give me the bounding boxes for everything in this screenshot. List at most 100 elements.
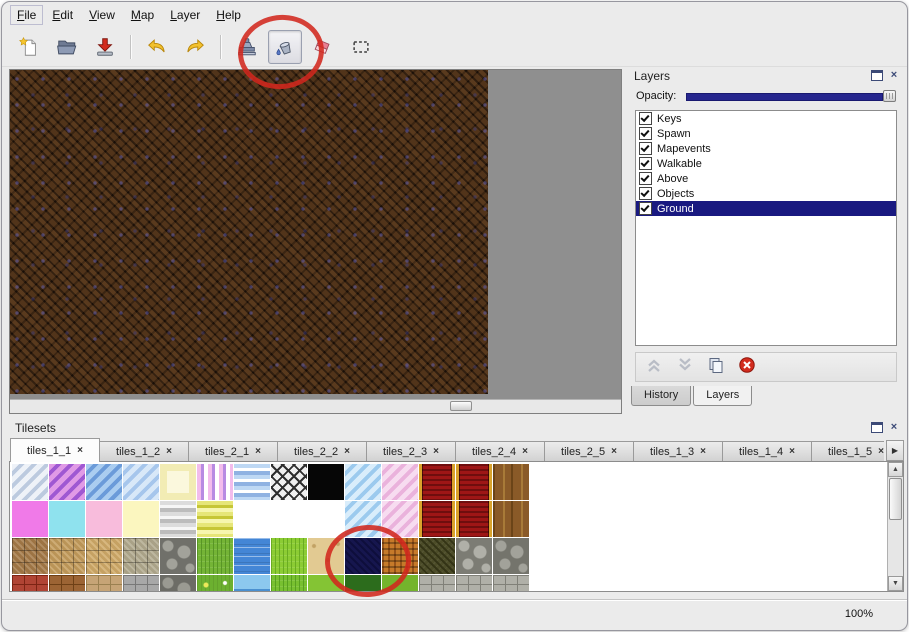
layer-visibility-checkbox[interactable] xyxy=(639,112,652,125)
palette-tile[interactable] xyxy=(123,464,159,500)
palette-tile[interactable] xyxy=(271,575,307,592)
map-canvas[interactable] xyxy=(10,70,488,394)
palette-tile[interactable] xyxy=(419,501,455,537)
palette-tile[interactable] xyxy=(49,538,85,574)
layer-row-mapevents[interactable]: Mapevents xyxy=(636,141,896,156)
scroll-up-button[interactable]: ▲ xyxy=(888,462,903,477)
palette-tile[interactable] xyxy=(49,575,85,592)
save-map-button[interactable] xyxy=(88,30,122,64)
stamp-tool-button[interactable] xyxy=(230,30,264,64)
palette-tile[interactable] xyxy=(382,464,418,500)
close-tab-icon[interactable]: × xyxy=(789,447,795,457)
palette-tile[interactable] xyxy=(456,464,492,500)
palette-tile[interactable] xyxy=(308,575,344,592)
tileset-tab-tiles_1_1[interactable]: tiles_1_1× xyxy=(10,438,100,462)
palette-vertical-scrollbar[interactable]: ▲ ▼ xyxy=(887,462,903,591)
close-tab-icon[interactable]: × xyxy=(344,447,350,457)
tileset-tab-tiles_1_3[interactable]: tiles_1_3× xyxy=(633,441,723,462)
layer-visibility-checkbox[interactable] xyxy=(639,187,652,200)
palette-tile[interactable] xyxy=(12,464,48,500)
palette-tile[interactable] xyxy=(234,464,270,500)
lower-layer-button[interactable] xyxy=(675,357,695,377)
tileset-tab-tiles_1_4[interactable]: tiles_1_4× xyxy=(722,441,812,462)
close-tab-icon[interactable]: × xyxy=(77,446,83,456)
palette-tile[interactable] xyxy=(456,575,492,592)
palette-tile[interactable] xyxy=(86,538,122,574)
opacity-slider[interactable] xyxy=(686,89,896,103)
menu-layer[interactable]: Layer xyxy=(163,5,207,25)
layer-row-above[interactable]: Above xyxy=(636,171,896,186)
palette-tile[interactable] xyxy=(197,538,233,574)
palette-tile[interactable] xyxy=(419,464,455,500)
marquee-select-tool-button[interactable] xyxy=(344,30,378,64)
palette-tile[interactable] xyxy=(345,538,381,574)
palette-tile[interactable] xyxy=(456,501,492,537)
tileset-tab-tiles_2_2[interactable]: tiles_2_2× xyxy=(277,441,367,462)
menu-view[interactable]: View xyxy=(82,5,122,25)
layer-visibility-checkbox[interactable] xyxy=(639,202,652,215)
opacity-slider-handle[interactable] xyxy=(883,90,896,102)
tileset-tab-tiles_2_4[interactable]: tiles_2_4× xyxy=(455,441,545,462)
layer-visibility-checkbox[interactable] xyxy=(639,127,652,140)
scrollbar-thumb[interactable] xyxy=(889,478,902,520)
tileset-tab-tiles_2_3[interactable]: tiles_2_3× xyxy=(366,441,456,462)
palette-tile[interactable] xyxy=(456,538,492,574)
palette-tile[interactable] xyxy=(308,501,344,537)
tileset-tab-tiles_1_5[interactable]: tiles_1_5× xyxy=(811,441,884,462)
palette-tile[interactable] xyxy=(197,575,233,592)
palette-tile[interactable] xyxy=(86,464,122,500)
close-tab-icon[interactable]: × xyxy=(433,447,439,457)
close-tab-icon[interactable]: × xyxy=(522,447,528,457)
close-tab-icon[interactable]: × xyxy=(878,447,884,457)
palette-tile[interactable] xyxy=(234,575,270,592)
palette-tile[interactable] xyxy=(12,501,48,537)
palette-tile[interactable] xyxy=(12,538,48,574)
map-horizontal-scrollbar[interactable] xyxy=(10,399,621,413)
undo-button[interactable] xyxy=(140,30,174,64)
palette-tile[interactable] xyxy=(123,538,159,574)
palette-tile[interactable] xyxy=(160,538,196,574)
tileset-tab-tiles_2_1[interactable]: tiles_2_1× xyxy=(188,441,278,462)
delete-layer-button[interactable] xyxy=(737,357,757,377)
close-tab-icon[interactable]: × xyxy=(700,447,706,457)
palette-tile[interactable] xyxy=(49,464,85,500)
palette-tile[interactable] xyxy=(271,501,307,537)
close-tab-icon[interactable]: × xyxy=(611,447,617,457)
scroll-down-button[interactable]: ▼ xyxy=(888,576,903,591)
palette-tile[interactable] xyxy=(197,501,233,537)
open-map-button[interactable] xyxy=(50,30,84,64)
close-panel-icon[interactable]: × xyxy=(888,69,900,81)
tileset-tab-tiles_2_5[interactable]: tiles_2_5× xyxy=(544,441,634,462)
palette-tile[interactable] xyxy=(493,464,529,500)
tab-layers[interactable]: Layers xyxy=(693,386,752,406)
palette-tile[interactable] xyxy=(160,464,196,500)
fill-tool-button[interactable] xyxy=(268,30,302,64)
palette-tile[interactable] xyxy=(86,501,122,537)
palette-tile[interactable] xyxy=(308,538,344,574)
tab-history[interactable]: History xyxy=(631,386,691,406)
palette-tile[interactable] xyxy=(493,501,529,537)
layer-visibility-checkbox[interactable] xyxy=(639,157,652,170)
eraser-tool-button[interactable] xyxy=(306,30,340,64)
palette-tile[interactable] xyxy=(345,575,381,592)
close-tilesets-panel-icon[interactable]: × xyxy=(888,421,900,433)
redo-button[interactable] xyxy=(178,30,212,64)
palette-tile[interactable] xyxy=(382,501,418,537)
duplicate-layer-button[interactable] xyxy=(706,357,726,377)
scroll-tabs-right-button[interactable]: ▶ xyxy=(886,440,904,461)
layer-visibility-checkbox[interactable] xyxy=(639,172,652,185)
palette-tile[interactable] xyxy=(493,575,529,592)
raise-layer-button[interactable] xyxy=(644,357,664,377)
palette-tile[interactable] xyxy=(271,464,307,500)
layer-row-objects[interactable]: Objects xyxy=(636,186,896,201)
palette-tile[interactable] xyxy=(123,575,159,592)
palette-tile[interactable] xyxy=(12,575,48,592)
palette-tile[interactable] xyxy=(234,501,270,537)
menu-file[interactable]: File xyxy=(10,5,43,25)
layer-row-keys[interactable]: Keys xyxy=(636,111,896,126)
close-tab-icon[interactable]: × xyxy=(255,447,261,457)
menu-map[interactable]: Map xyxy=(124,5,161,25)
scrollbar-thumb[interactable] xyxy=(450,401,472,411)
palette-tile[interactable] xyxy=(419,538,455,574)
float-panel-icon[interactable] xyxy=(871,70,883,81)
